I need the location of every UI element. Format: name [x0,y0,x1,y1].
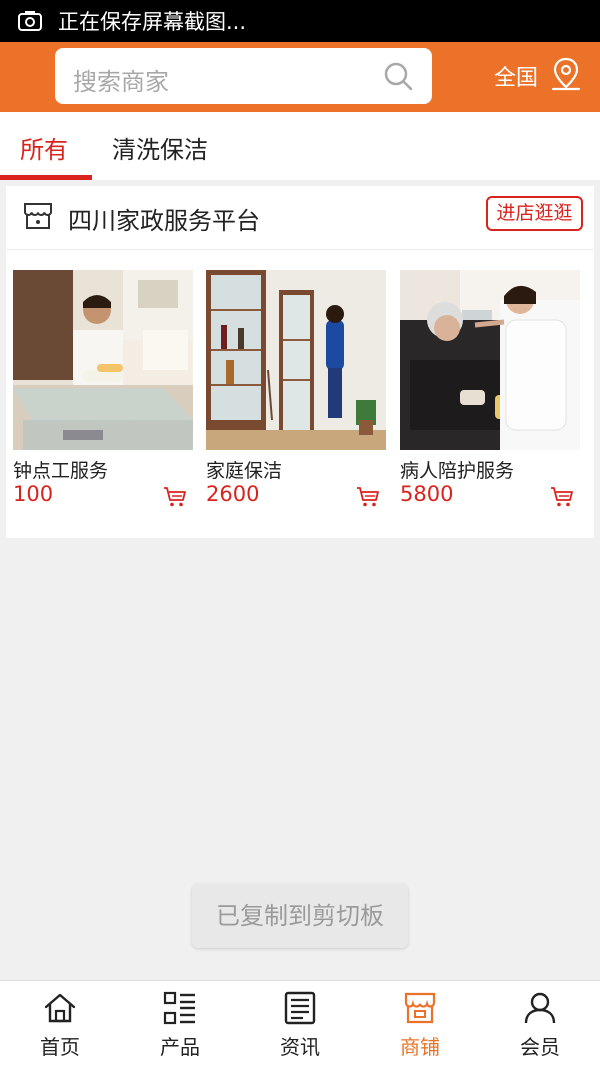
nav-label[interactable]: 资讯 [240,1031,360,1060]
bottom-nav: 首页 产品 资讯 商铺 会员 [0,980,600,1067]
product-price: 5800 [400,482,454,506]
nav-label[interactable]: 会员 [480,1031,600,1060]
region-selector[interactable]: 全国 [494,60,538,92]
tab-cleaning[interactable]: 清洗保洁 [112,130,208,165]
cleaning-cabinet-photo[interactable] [206,270,386,450]
search-box[interactable]: 搜索商家 [55,48,432,104]
status-text: 正在保存屏幕截图... [58,10,247,34]
category-tabs: 所有 清洗保洁 [0,112,600,180]
product-name[interactable]: 病人陪护服务 [400,456,514,483]
product-price: 100 [13,482,54,506]
shop-icon [404,992,436,1024]
top-bar: 搜索商家 全国 [0,42,600,112]
nav-item-member[interactable]: 会员 [480,981,600,1067]
store-header[interactable]: 四川家政服务平台 进店逛逛 [6,186,594,250]
nav-label[interactable]: 产品 [120,1031,240,1060]
home-icon [44,993,76,1023]
product-name[interactable]: 家庭保洁 [206,456,282,483]
active-tab-indicator [0,175,92,180]
nav-label[interactable]: 首页 [0,1031,120,1060]
search-icon[interactable] [382,60,414,92]
cart-icon[interactable] [356,486,380,508]
product-list-icon [163,991,195,1025]
location-pin-icon[interactable] [550,56,582,92]
nav-item-home[interactable]: 首页 [0,981,120,1067]
store-card: 四川家政服务平台 进店逛逛 钟点工服务 100 家庭保洁 2600 病人陪护服务… [6,186,594,538]
store-icon [24,203,52,229]
news-icon [284,991,316,1025]
search-placeholder[interactable]: 搜索商家 [73,62,169,97]
nurse-feeding-elder-photo[interactable] [400,270,580,450]
copied-toast: 已复制到剪切板 [192,884,408,948]
member-icon [524,992,556,1024]
screenshot-icon [18,11,42,31]
nav-label[interactable]: 商铺 [360,1031,480,1060]
visit-store-button[interactable]: 进店逛逛 [486,196,583,231]
product-name[interactable]: 钟点工服务 [13,456,108,483]
nav-item-shop[interactable]: 商铺 [360,981,480,1067]
nav-item-news[interactable]: 资讯 [240,981,360,1067]
housekeeper-cleaning-table-photo[interactable] [13,270,193,450]
tab-all[interactable]: 所有 [20,130,68,165]
status-bar: 正在保存屏幕截图... [0,0,600,42]
product-price: 2600 [206,482,260,506]
nav-item-products[interactable]: 产品 [120,981,240,1067]
cart-icon[interactable] [550,486,574,508]
cart-icon[interactable] [163,486,187,508]
store-name[interactable]: 四川家政服务平台 [68,201,260,236]
